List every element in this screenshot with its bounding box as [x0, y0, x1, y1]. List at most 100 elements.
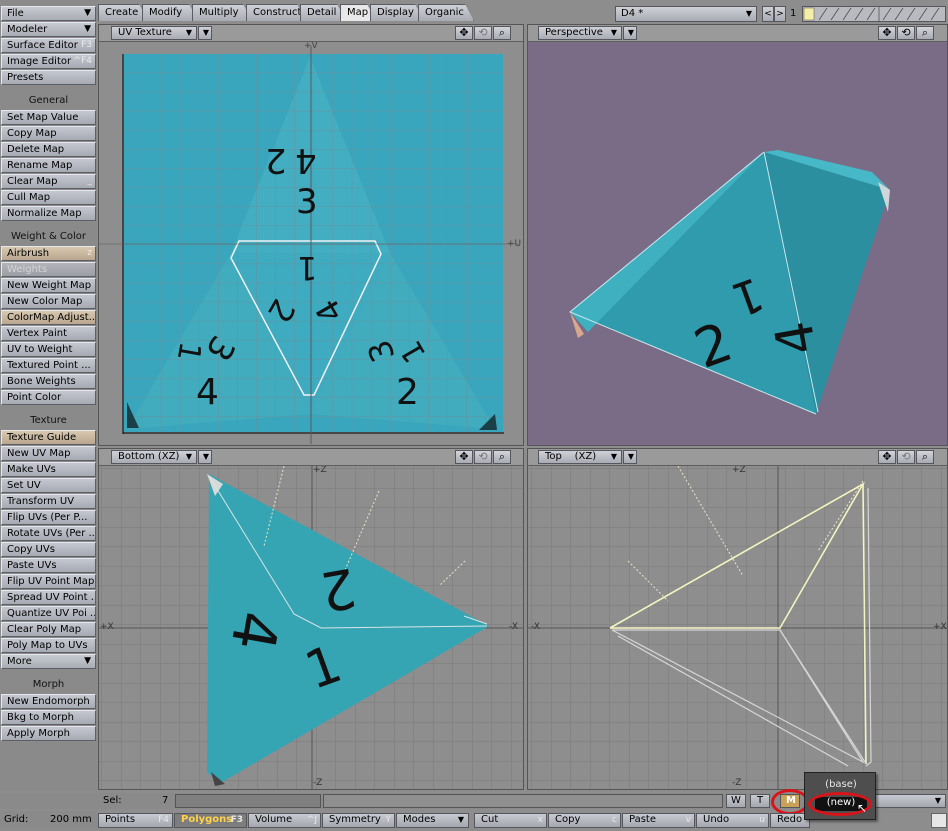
- viewport-type-dropdown[interactable]: Bottom (XZ) ▼: [111, 450, 197, 464]
- zoom-icon[interactable]: ⌕: [493, 26, 511, 40]
- points-button[interactable]: Points F4: [98, 813, 173, 828]
- file-menu[interactable]: File ▼: [1, 6, 96, 21]
- perspective-canvas[interactable]: 1 2 4: [528, 42, 947, 445]
- bottom-viewport[interactable]: Bottom (XZ) ▼ ▼ ✥ ⟲ ⌕ +Z -Z +X -X 2 4 1: [98, 448, 524, 790]
- sidebar-item-new-color-map[interactable]: New Color Map: [1, 294, 96, 309]
- viewport-options-dropdown[interactable]: ▼: [198, 26, 212, 40]
- next-layer-button[interactable]: >: [774, 6, 786, 22]
- paste-button[interactable]: Paste v: [622, 813, 695, 828]
- viewport-type-dropdown[interactable]: Perspective ▼: [538, 26, 622, 40]
- sidebar-item-point-color[interactable]: Point Color: [1, 390, 96, 405]
- sidebar-item-cull-map[interactable]: Cull Map: [1, 190, 96, 205]
- bottom-canvas[interactable]: +Z -Z +X -X 2 4 1: [99, 466, 523, 789]
- object-selector[interactable]: D4 * ▼: [615, 6, 757, 22]
- uv-texture-viewport[interactable]: UV Texture ▼ ▼ ✥ ⟲ ⌕ +V +U 2 4 3 1 2 4 1…: [98, 24, 524, 446]
- sidebar-item-airbrush[interactable]: Airbrush z: [1, 246, 96, 261]
- presets-button[interactable]: Presets: [1, 70, 96, 85]
- rotate-icon[interactable]: ⟲: [897, 26, 915, 40]
- sidebar-item-paste-uvs[interactable]: Paste UVs: [1, 558, 96, 573]
- sidebar-item-vertex-paint[interactable]: Vertex Paint: [1, 326, 96, 341]
- sidebar-item-bone-weights[interactable]: Bone Weights: [1, 374, 96, 389]
- sidebar-item-normalize-map[interactable]: Normalize Map: [1, 206, 96, 221]
- tab-multiply[interactable]: Multiply: [192, 4, 252, 21]
- sidebar-item-textured-point[interactable]: Textured Point ...: [1, 358, 96, 373]
- sidebar-item-delete-map[interactable]: Delete Map: [1, 142, 96, 157]
- symmetry-button[interactable]: Symmetry Y: [322, 813, 395, 828]
- sidebar-item-texture-guide[interactable]: Texture Guide: [1, 430, 96, 445]
- sidebar-item-transform-uv[interactable]: Transform UV: [1, 494, 96, 509]
- modes-button[interactable]: Modes ▼: [396, 813, 469, 828]
- tab-modify[interactable]: Modify: [142, 4, 198, 21]
- sidebar-item-rename-map[interactable]: Rename Map: [1, 158, 96, 173]
- tab-construct[interactable]: Construct: [246, 4, 306, 21]
- sidebar-item-flip-uvs-per-p[interactable]: Flip UVs (Per P...: [1, 510, 96, 525]
- modeler-menu[interactable]: Modeler ▼: [1, 22, 96, 37]
- texture-toggle[interactable]: T: [750, 794, 770, 808]
- cut-button[interactable]: Cut x: [474, 813, 547, 828]
- sidebar-item-more[interactable]: More ▼: [1, 654, 96, 669]
- sidebar-item-new-uv-map[interactable]: New UV Map: [1, 446, 96, 461]
- sidebar-item-colormap-adjust[interactable]: ColorMap Adjust...: [1, 310, 96, 325]
- rotate-icon[interactable]: ⟲: [474, 26, 492, 40]
- undo-button[interactable]: Undo u: [696, 813, 769, 828]
- sidebar-item-clear-map[interactable]: Clear Map _: [1, 174, 96, 189]
- sidebar-item-uv-to-weight[interactable]: UV to Weight: [1, 342, 96, 357]
- layer-slots[interactable]: [802, 6, 946, 22]
- prev-layer-button[interactable]: <: [762, 6, 774, 22]
- sidebar-item-new-endomorph[interactable]: New Endomorph: [1, 694, 96, 709]
- tab-create[interactable]: Create: [98, 4, 148, 21]
- rotate-icon[interactable]: ⟲: [474, 450, 492, 464]
- axis-label-nz: -Z: [732, 778, 742, 788]
- move-icon[interactable]: ✥: [455, 450, 473, 464]
- top-viewport[interactable]: Top (XZ) ▼ ▼ ✥ ⟲ ⌕ +Z -Z -X +X: [527, 448, 948, 790]
- tab-detail[interactable]: Detail: [300, 4, 346, 21]
- viewport-options-dropdown[interactable]: ▼: [623, 450, 637, 464]
- zoom-icon[interactable]: ⌕: [916, 26, 934, 40]
- vmap-dropdown[interactable]: ▼: [868, 794, 946, 808]
- polygons-button[interactable]: Polygons F3: [174, 813, 247, 828]
- volume-button[interactable]: Volume ^J: [248, 813, 321, 828]
- sidebar-item-spread-uv-point[interactable]: Spread UV Point ...: [1, 590, 96, 605]
- tab-display[interactable]: Display: [370, 4, 424, 21]
- chevron-down-icon: ▼: [745, 9, 752, 18]
- viewport-type-dropdown[interactable]: UV Texture ▼: [111, 26, 197, 40]
- uv-label: 3: [296, 182, 318, 222]
- axis-label-x-left: +X: [100, 622, 114, 632]
- sidebar-item-apply-morph[interactable]: Apply Morph: [1, 726, 96, 741]
- uv-label: 1: [297, 249, 318, 287]
- sidebar-item-set-map-value[interactable]: Set Map Value: [1, 110, 96, 125]
- sidebar-item-copy-map[interactable]: Copy Map: [1, 126, 96, 141]
- sidebar-item-poly-map-to-uvs[interactable]: Poly Map to UVs: [1, 638, 96, 653]
- resize-handle[interactable]: [931, 813, 947, 828]
- viewport-type-dropdown[interactable]: Top (XZ) ▼: [538, 450, 622, 464]
- sidebar-item-quantize-uv-poi[interactable]: Quantize UV Poi ...: [1, 606, 96, 621]
- chevron-down-icon: ▼: [627, 452, 634, 461]
- surface-editor-button[interactable]: Surface Editor F3: [1, 38, 96, 53]
- sidebar-item-bkg-to-morph[interactable]: Bkg to Morph: [1, 710, 96, 725]
- tab-organic[interactable]: Organic: [418, 4, 474, 21]
- move-icon[interactable]: ✥: [878, 450, 896, 464]
- sidebar-item-set-uv[interactable]: Set UV: [1, 478, 96, 493]
- top-canvas[interactable]: +Z -Z -X +X: [528, 466, 947, 789]
- viewport-options-dropdown[interactable]: ▼: [623, 26, 637, 40]
- wireframe-toggle[interactable]: W: [726, 794, 746, 808]
- move-icon[interactable]: ✥: [455, 26, 473, 40]
- popup-item-base[interactable]: (base): [809, 779, 873, 793]
- zoom-icon[interactable]: ⌕: [493, 450, 511, 464]
- axis-label-nz: -Z: [313, 778, 323, 788]
- zoom-icon[interactable]: ⌕: [916, 450, 934, 464]
- sidebar-item-rotate-uvs-per[interactable]: Rotate UVs (Per ...: [1, 526, 96, 541]
- uv-label: 2: [396, 372, 419, 413]
- viewport-options-dropdown[interactable]: ▼: [198, 450, 212, 464]
- image-editor-button[interactable]: Image Editor ^F4: [1, 54, 96, 69]
- sidebar-item-flip-uv-point-map[interactable]: Flip UV Point Map: [1, 574, 96, 589]
- move-icon[interactable]: ✥: [878, 26, 896, 40]
- perspective-viewport[interactable]: Perspective ▼ ▼ ✥ ⟲ ⌕ 1 2 4: [527, 24, 948, 446]
- copy-button[interactable]: Copy c: [548, 813, 621, 828]
- sidebar-item-clear-poly-map[interactable]: Clear Poly Map: [1, 622, 96, 637]
- rotate-icon[interactable]: ⟲: [897, 450, 915, 464]
- sidebar-item-make-uvs[interactable]: Make UVs: [1, 462, 96, 477]
- sidebar-item-copy-uvs[interactable]: Copy UVs: [1, 542, 96, 557]
- sidebar-item-new-weight-map[interactable]: New Weight Map: [1, 278, 96, 293]
- uv-canvas[interactable]: +V +U 2 4 3 1 2 4 1 3 4 3 1 2: [99, 42, 523, 445]
